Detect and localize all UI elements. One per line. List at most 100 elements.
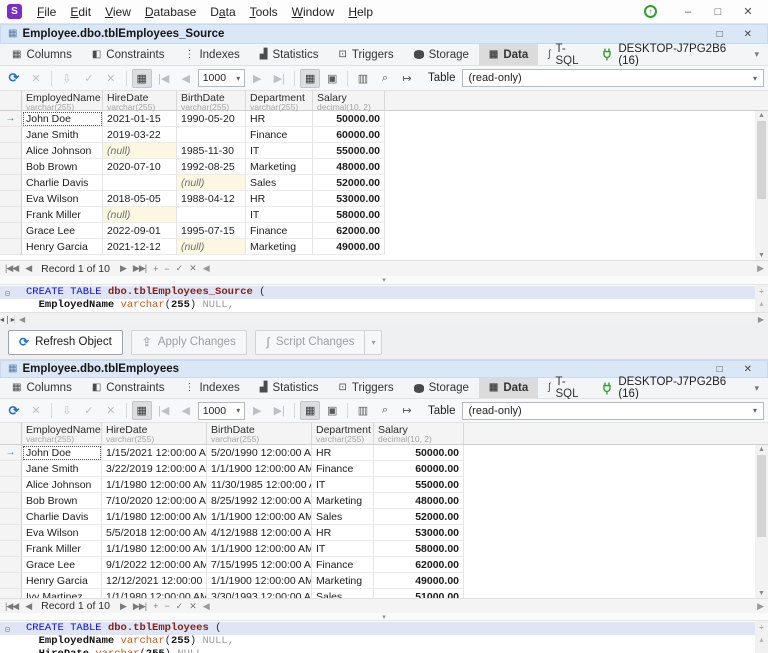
- grid-cell[interactable]: 3/22/2019 12:00:00 AM: [102, 461, 207, 477]
- grid-cell[interactable]: 52000.00: [374, 509, 464, 525]
- grid-cell[interactable]: 2018-05-05: [103, 191, 177, 207]
- grid-cell[interactable]: 9/1/2022 12:00:00 AM: [102, 557, 207, 573]
- grid-cell[interactable]: 48000.00: [313, 159, 385, 175]
- grid-cell[interactable]: 1/1/1980 12:00:00 AM: [102, 541, 207, 557]
- minimize-button[interactable]: –: [673, 6, 703, 18]
- grid-cell[interactable]: 2022-09-01: [103, 223, 177, 239]
- scroll-down-icon[interactable]: ▼: [758, 590, 765, 597]
- menu-file[interactable]: File: [30, 2, 63, 22]
- grid-cell[interactable]: 50000.00: [313, 111, 385, 127]
- grid-view-icon[interactable]: ▦: [300, 401, 320, 420]
- scroll-left-icon[interactable]: ◀: [203, 263, 209, 274]
- tab-columns[interactable]: ▦Columns: [2, 378, 82, 398]
- card-view-icon[interactable]: ▣: [322, 401, 342, 420]
- grid-cell[interactable]: 1985-11-30: [177, 143, 246, 159]
- column-header-birthdate[interactable]: BirthDatevarchar(255): [177, 91, 246, 110]
- table-mode-select[interactable]: (read-only)▾: [462, 402, 765, 420]
- grid-cell[interactable]: 1/15/2021 12:00:00 AM: [102, 445, 207, 461]
- column-header-birthdate[interactable]: BirthDatevarchar(255): [207, 423, 312, 444]
- grid-cell[interactable]: 2020-07-10: [103, 159, 177, 175]
- column-header-hiredate[interactable]: HireDatevarchar(255): [102, 423, 207, 444]
- splitter-grip-icon[interactable]: ◂❘▸: [0, 315, 15, 324]
- grid-cell[interactable]: Marketing: [246, 159, 313, 175]
- grid-cell[interactable]: 53000.00: [313, 191, 385, 207]
- doc-close-button[interactable]: ✕: [736, 364, 760, 375]
- grid-cell[interactable]: 62000.00: [374, 557, 464, 573]
- vertical-scrollbar[interactable]: ÷▲: [755, 621, 768, 653]
- grid-cell[interactable]: Grace Lee: [22, 223, 103, 239]
- splitter-chevron-icon[interactable]: ▾: [0, 276, 768, 284]
- grid-cell[interactable]: Charlie Davis: [22, 509, 102, 525]
- grid-cell[interactable]: [177, 127, 246, 143]
- grid-cell[interactable]: 62000.00: [313, 223, 385, 239]
- menu-window[interactable]: Window: [285, 2, 342, 22]
- grid-cell[interactable]: Henry Garcia: [22, 573, 102, 589]
- cancel-edit-icon[interactable]: ✕: [189, 263, 196, 274]
- grid-cell[interactable]: 1992-08-25: [177, 159, 246, 175]
- scroll-up-icon[interactable]: ▲: [759, 299, 763, 312]
- first-record-icon[interactable]: |◀◀: [5, 601, 18, 612]
- prev-record-icon[interactable]: ◀: [25, 263, 31, 274]
- grid-cell[interactable]: 55000.00: [313, 143, 385, 159]
- grid-cell[interactable]: 5/5/2018 12:00:00 AM: [102, 525, 207, 541]
- collapse-region-icon[interactable]: ⊟: [5, 624, 10, 637]
- tab-data[interactable]: ▦Data: [479, 378, 538, 398]
- scroll-up-icon[interactable]: ▲: [759, 635, 763, 648]
- grid-cell[interactable]: Jane Smith: [22, 127, 103, 143]
- column-header-department[interactable]: Departmentvarchar(255): [246, 91, 313, 110]
- column-header-employedname[interactable]: EmployedNamevarchar(255): [22, 423, 102, 444]
- grid-cell[interactable]: 60000.00: [313, 127, 385, 143]
- go-to-row-icon[interactable]: ↦: [397, 69, 417, 88]
- grid-cell[interactable]: Bob Brown: [22, 159, 103, 175]
- grid-cell[interactable]: 1/1/1900 12:00:00 AM: [207, 541, 312, 557]
- delete-record-icon[interactable]: −: [164, 264, 168, 274]
- grid-cell[interactable]: Marketing: [246, 239, 313, 255]
- connection-selector[interactable]: DESKTOP-J7PG2B6 (16) ▾: [593, 44, 768, 65]
- sql-preview-editor[interactable]: ⊟CREATE TABLE dbo.tblEmployees ( Employe…: [0, 620, 768, 653]
- tab-indexes[interactable]: ⋮Indexes: [174, 44, 249, 65]
- column-visibility-icon[interactable]: ▥: [353, 69, 373, 88]
- grid-cell[interactable]: 11/30/1985 12:00:00 AM: [207, 477, 312, 493]
- next-record-icon[interactable]: ▶: [120, 601, 126, 612]
- post-edit-icon[interactable]: ✓: [176, 263, 183, 274]
- grid-cell[interactable]: John Doe: [22, 111, 103, 127]
- grid-cell[interactable]: 1988-04-12: [177, 191, 246, 207]
- grid-cell[interactable]: Sales: [246, 175, 313, 191]
- vertical-scrollbar[interactable]: ▲ ▼: [755, 445, 768, 598]
- splitter-chevron-icon[interactable]: ▾: [0, 613, 768, 620]
- grid-cell[interactable]: 1/1/1980 12:00:00 AM: [102, 477, 207, 493]
- maximize-button[interactable]: □: [703, 6, 733, 18]
- update-available-icon[interactable]: ↑: [644, 5, 657, 18]
- grid-cell[interactable]: 3/30/1993 12:00:00 AM: [207, 589, 312, 598]
- menu-help[interactable]: Help: [341, 2, 380, 22]
- grid-cell[interactable]: 52000.00: [313, 175, 385, 191]
- doc-maximize-button[interactable]: □: [709, 29, 731, 40]
- prev-record-icon[interactable]: ◀: [25, 601, 31, 612]
- grid-cell[interactable]: 8/25/1992 12:00:00 AM: [207, 493, 312, 509]
- grid-cell[interactable]: 1995-07-15: [177, 223, 246, 239]
- scroll-left-icon[interactable]: ◀: [203, 601, 209, 612]
- grid-cell[interactable]: 50000.00: [374, 445, 464, 461]
- grid-cell[interactable]: 51000.00: [374, 589, 464, 598]
- grid-cell[interactable]: 12/12/2021 12:00:00 ...: [102, 573, 207, 589]
- tab-data[interactable]: ▦Data: [479, 44, 538, 65]
- grid-cell[interactable]: Eva Wilson: [22, 191, 103, 207]
- grid-cell[interactable]: (null): [177, 239, 246, 255]
- grid-cell[interactable]: 7/10/2020 12:00:00 AM: [102, 493, 207, 509]
- grid-cell[interactable]: IT: [246, 143, 313, 159]
- column-header-salary[interactable]: Salarydecimal(10, 2): [313, 91, 385, 110]
- scroll-right-icon[interactable]: ▶: [754, 315, 768, 324]
- grid-cell[interactable]: Sales: [312, 589, 374, 598]
- menu-data[interactable]: Data: [203, 2, 242, 22]
- grid-cell[interactable]: 1/1/1900 12:00:00 AM: [207, 461, 312, 477]
- grid-view-icon[interactable]: ▦: [300, 69, 320, 88]
- tab-statistics[interactable]: ▟Statistics: [250, 378, 329, 398]
- splitter-grip-icon[interactable]: ÷: [759, 622, 764, 635]
- grid-cell[interactable]: 2021-12-12: [103, 239, 177, 255]
- tab-storage[interactable]: Storage: [404, 378, 479, 398]
- last-record-icon[interactable]: ▶▶|: [133, 263, 146, 274]
- connection-selector[interactable]: DESKTOP-J7PG2B6 (16) ▾: [593, 378, 768, 398]
- grid-cell[interactable]: 60000.00: [374, 461, 464, 477]
- page-size-input[interactable]: 1000▾: [198, 69, 246, 87]
- vertical-scrollbar[interactable]: ▲ ▼: [755, 111, 768, 260]
